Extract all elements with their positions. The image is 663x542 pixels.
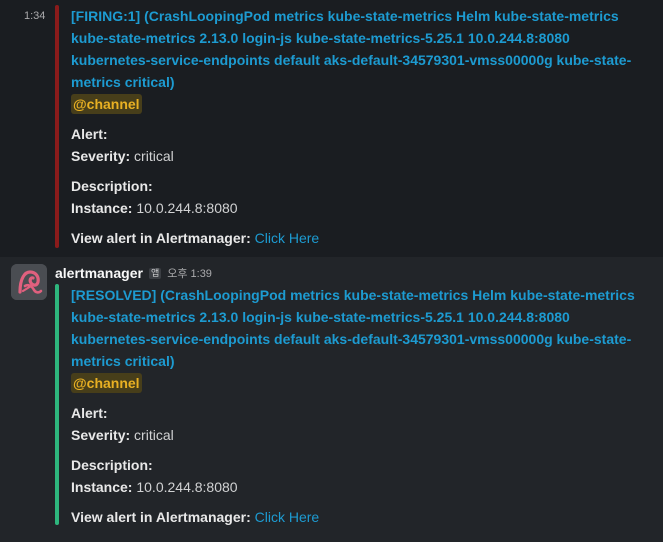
instance-label: Instance: (71, 200, 133, 216)
alert-label: Alert: (71, 405, 108, 421)
attachment-body: [RESOLVED] (CrashLoopingPod metrics kube… (71, 284, 651, 528)
view-alert-line: View alert in Alertmanager: Click Here (71, 506, 651, 528)
severity-value: critical (134, 427, 174, 443)
click-here-link[interactable]: Click Here (255, 230, 320, 246)
instance-label: Instance: (71, 479, 133, 495)
app-badge: 앱 (148, 267, 162, 279)
alertmanager-avatar[interactable] (11, 264, 47, 300)
message-resolved: alertmanager 앱 오후 1:39 [RESOLVED] (Crash… (0, 257, 663, 542)
message-header: alertmanager 앱 오후 1:39 (55, 264, 212, 282)
channel-mention[interactable]: @channel (71, 373, 142, 393)
severity-value: critical (134, 148, 174, 164)
view-alert-label: View alert in Alertmanager: (71, 509, 251, 525)
attachment-color-bar (55, 5, 59, 248)
alert-title-link[interactable]: [RESOLVED] (CrashLoopingPod metrics kube… (71, 284, 651, 372)
alert-title-link[interactable]: [FIRING:1] (CrashLoopingPod metrics kube… (71, 5, 651, 93)
message-firing: 1:34 [FIRING:1] (CrashLoopingPod metrics… (0, 0, 663, 257)
attachment-body: [FIRING:1] (CrashLoopingPod metrics kube… (71, 5, 651, 249)
alertmanager-logo-icon (11, 264, 47, 300)
sender-name[interactable]: alertmanager (55, 265, 143, 281)
channel-mention[interactable]: @channel (71, 94, 142, 114)
severity-label: Severity: (71, 148, 131, 164)
instance-line: Instance: 10.0.244.8:8080 (71, 197, 651, 219)
attachment-color-bar (55, 284, 59, 525)
view-alert-line: View alert in Alertmanager: Click Here (71, 227, 651, 249)
view-alert-label: View alert in Alertmanager: (71, 230, 251, 246)
alert-label: Alert: (71, 126, 108, 142)
severity-label: Severity: (71, 427, 131, 443)
instance-value: 10.0.244.8:8080 (136, 479, 238, 495)
instance-line: Instance: 10.0.244.8:8080 (71, 476, 651, 498)
severity-line: Severity: critical (71, 145, 651, 167)
description-label: Description: (71, 457, 153, 473)
instance-value: 10.0.244.8:8080 (136, 200, 238, 216)
click-here-link[interactable]: Click Here (255, 509, 320, 525)
description-label: Description: (71, 178, 153, 194)
message-timestamp[interactable]: 오후 1:39 (167, 265, 212, 281)
message-timestamp[interactable]: 1:34 (24, 10, 45, 22)
severity-line: Severity: critical (71, 424, 651, 446)
